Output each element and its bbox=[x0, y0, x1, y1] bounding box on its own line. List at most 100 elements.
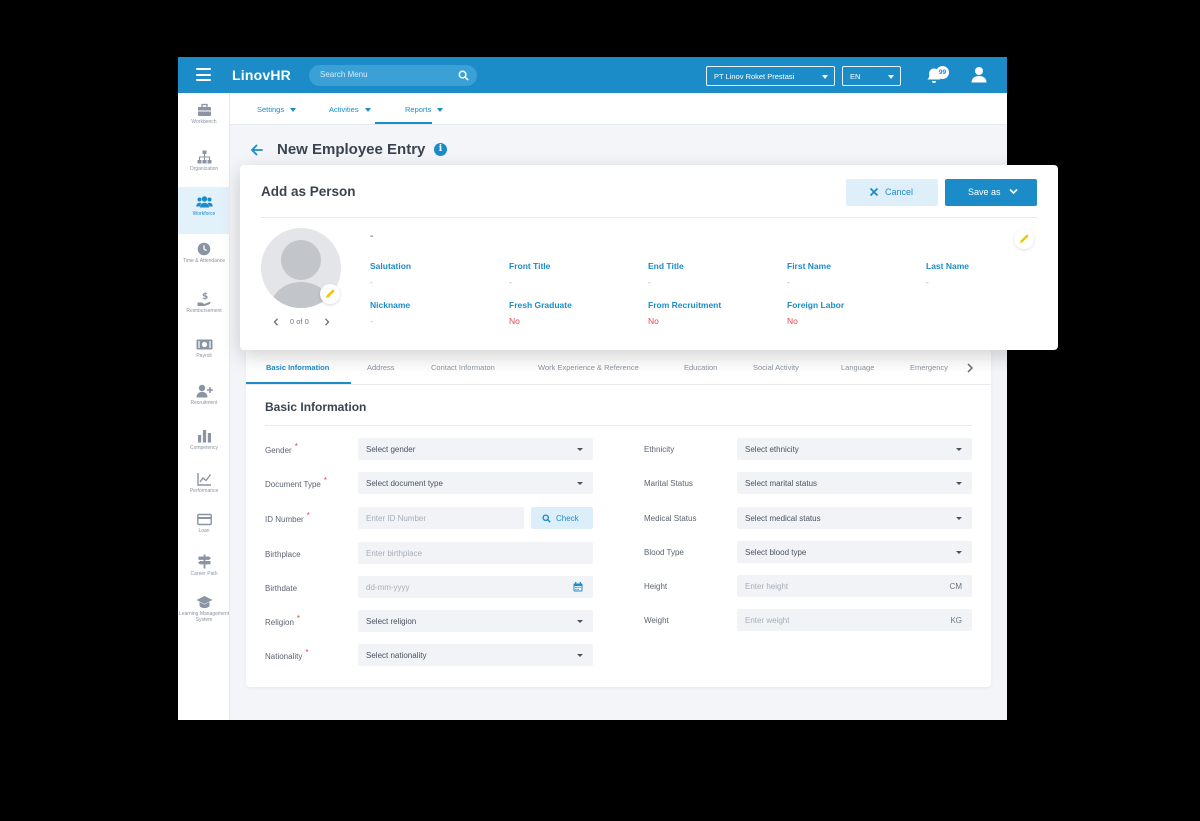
gender-select[interactable]: Select gender bbox=[358, 438, 593, 460]
save-as-button[interactable]: Save as bbox=[945, 179, 1037, 206]
page-title: New Employee Entry bbox=[277, 141, 426, 158]
hand-dollar-icon: $ bbox=[197, 292, 210, 306]
graduation-cap-icon bbox=[196, 596, 212, 608]
active-tab-indicator bbox=[246, 382, 351, 384]
chevron-right-icon[interactable] bbox=[966, 363, 974, 373]
company-select[interactable]: PT Linov Roket Prestasi bbox=[706, 66, 835, 86]
sidebar: Workbench Organization Workforce Time & … bbox=[178, 93, 230, 720]
tab-address[interactable]: Address bbox=[367, 363, 395, 372]
svg-text:$: $ bbox=[202, 292, 208, 302]
active-nav-indicator bbox=[375, 122, 432, 124]
cancel-button[interactable]: Cancel bbox=[846, 179, 938, 206]
chevron-down-icon bbox=[290, 108, 297, 113]
pencil-icon bbox=[326, 289, 335, 298]
edit-person-button[interactable] bbox=[1014, 229, 1034, 249]
language-select[interactable]: EN bbox=[842, 66, 901, 86]
notification-badge: 99 bbox=[936, 66, 949, 79]
nationality-select-value: Select nationality bbox=[366, 651, 427, 660]
tab-work-experience[interactable]: Work Experience & Reference bbox=[538, 363, 639, 372]
nav-reports[interactable]: Reports bbox=[405, 105, 444, 114]
tab-emergency[interactable]: Emergency bbox=[910, 363, 952, 372]
sidebar-item-workforce[interactable]: Workforce bbox=[178, 187, 230, 234]
tab-education[interactable]: Education bbox=[684, 363, 717, 372]
sidebar-item-label: Payroll bbox=[196, 353, 212, 359]
sidebar-item-performance[interactable]: Performance bbox=[178, 464, 230, 508]
pager-text: 0 of 0 bbox=[290, 317, 309, 326]
app-window: LinovHR Search Menu PT Linov Roket Prest… bbox=[178, 57, 1007, 720]
chevron-down-icon bbox=[364, 108, 371, 113]
search-icon bbox=[542, 514, 551, 523]
weight-input[interactable]: Enter weight KG bbox=[737, 609, 972, 631]
first-name-label: First Name bbox=[787, 261, 831, 271]
calendar-icon[interactable] bbox=[573, 582, 583, 592]
cancel-button-label: Cancel bbox=[885, 187, 914, 197]
height-input[interactable]: Enter height CM bbox=[737, 575, 972, 597]
sidebar-item-competency[interactable]: Competency bbox=[178, 421, 230, 465]
sidebar-item-workbench[interactable]: Workbench bbox=[178, 95, 230, 139]
birthdate-placeholder: dd-mm-yyyy bbox=[366, 583, 410, 592]
sidebar-item-label: Time & Attendance bbox=[182, 258, 226, 264]
chevron-down-icon bbox=[956, 517, 962, 520]
id-number-label: ID Number * bbox=[265, 511, 310, 524]
tab-contact-information[interactable]: Contact Informaton bbox=[431, 363, 495, 372]
religion-select-value: Select religion bbox=[366, 617, 417, 626]
card-icon bbox=[196, 513, 212, 526]
sidebar-item-label: Learning Management System bbox=[178, 611, 230, 623]
medical-status-select[interactable]: Select medical status bbox=[737, 507, 972, 529]
language-select-value: EN bbox=[850, 72, 861, 81]
search-input[interactable]: Search Menu bbox=[309, 65, 477, 86]
nav-activities[interactable]: Activities bbox=[329, 105, 371, 114]
sidebar-item-label: Workbench bbox=[191, 119, 217, 125]
nationality-select[interactable]: Select nationality bbox=[358, 644, 593, 666]
gender-label: Gender * bbox=[265, 442, 298, 455]
user-icon[interactable] bbox=[971, 66, 987, 83]
id-number-placeholder: Enter ID Number bbox=[366, 514, 427, 523]
sidebar-item-organization[interactable]: Organization bbox=[178, 142, 230, 186]
id-number-input[interactable]: Enter ID Number bbox=[358, 507, 524, 529]
back-arrow-icon[interactable] bbox=[250, 143, 264, 157]
chevron-right-icon[interactable] bbox=[324, 318, 330, 326]
front-title-label: Front Title bbox=[509, 261, 551, 271]
hamburger-menu-icon[interactable] bbox=[196, 68, 211, 81]
chevron-down-icon bbox=[956, 551, 962, 554]
sidebar-item-time-attendance[interactable]: Time & Attendance bbox=[178, 234, 230, 278]
chevron-down-icon bbox=[822, 75, 828, 79]
sidebar-item-reimbursement[interactable]: $ Reimbursement bbox=[178, 283, 230, 327]
medical-status-label: Medical Status bbox=[644, 514, 697, 523]
avatar-edit-button[interactable] bbox=[320, 284, 340, 304]
add-as-person-panel: Add as Person Cancel Save as 0 of 0 - Sa… bbox=[240, 165, 1058, 350]
nickname-value: - bbox=[370, 316, 373, 326]
birthplace-label: Birthplace bbox=[265, 550, 301, 559]
tab-bar: Basic Information Address Contact Inform… bbox=[246, 349, 991, 385]
marital-status-select[interactable]: Select marital status bbox=[737, 472, 972, 494]
sidebar-item-loan[interactable]: Loan bbox=[178, 505, 230, 549]
tab-basic-information[interactable]: Basic Information bbox=[266, 363, 329, 372]
document-type-select[interactable]: Select document type bbox=[358, 472, 593, 494]
search-icon[interactable] bbox=[458, 70, 469, 81]
from-recruitment-label: From Recruitment bbox=[648, 300, 722, 310]
ethnicity-select[interactable]: Select ethnicity bbox=[737, 438, 972, 460]
sidebar-item-label: Loan bbox=[198, 528, 210, 534]
sidebar-item-payroll[interactable]: Payroll bbox=[178, 330, 230, 374]
sidebar-item-career-path[interactable]: Career Path bbox=[178, 546, 230, 590]
chevron-left-icon[interactable] bbox=[273, 318, 279, 326]
weight-placeholder: Enter weight bbox=[745, 616, 790, 625]
sidebar-item-learning-management[interactable]: Learning Management System bbox=[178, 587, 230, 639]
nav-settings[interactable]: Settings bbox=[257, 105, 297, 114]
tab-language[interactable]: Language bbox=[841, 363, 874, 372]
money-icon bbox=[196, 339, 212, 350]
tab-social-activity[interactable]: Social Activity bbox=[753, 363, 799, 372]
weight-unit: KG bbox=[950, 616, 962, 625]
nav-reports-label: Reports bbox=[405, 105, 432, 114]
sidebar-item-recruitment[interactable]: Recruitment bbox=[178, 376, 230, 420]
org-chart-icon bbox=[197, 150, 211, 164]
check-button[interactable]: Check bbox=[531, 507, 593, 529]
chevron-down-icon bbox=[1009, 188, 1018, 195]
religion-select[interactable]: Select religion bbox=[358, 610, 593, 632]
birthdate-input[interactable]: dd-mm-yyyy bbox=[358, 576, 593, 598]
medical-status-select-value: Select medical status bbox=[745, 514, 821, 523]
salutation-label: Salutation bbox=[370, 261, 412, 271]
info-icon[interactable]: i bbox=[434, 143, 447, 156]
blood-type-select[interactable]: Select blood type bbox=[737, 541, 972, 563]
birthplace-input[interactable]: Enter birthplace bbox=[358, 542, 593, 564]
